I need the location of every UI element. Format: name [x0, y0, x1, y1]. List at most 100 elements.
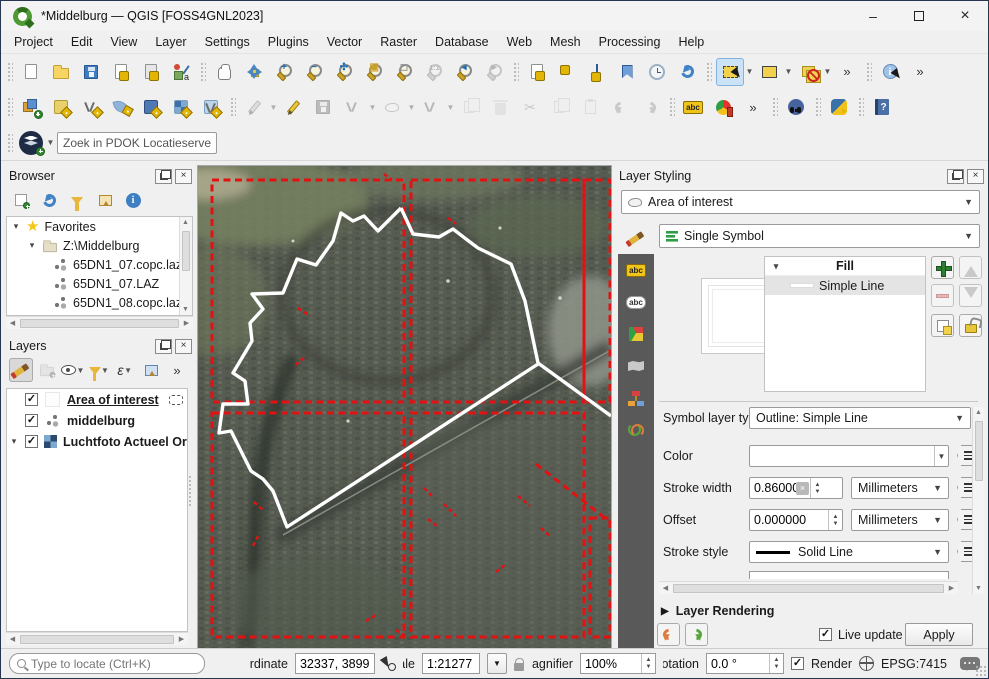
- lock-icon[interactable]: [514, 663, 524, 671]
- new-shapefile-layer-button[interactable]: [77, 93, 105, 121]
- magnifier-spinner[interactable]: ▲▼: [641, 654, 655, 673]
- select-features-button[interactable]: [716, 58, 744, 86]
- scroll-right-arrow[interactable]: ▶: [181, 319, 192, 327]
- render-checkbox[interactable]: ✓: [791, 657, 804, 670]
- layer-name[interactable]: middelburg: [67, 414, 135, 428]
- toolbar-drag-handle[interactable]: [6, 132, 13, 154]
- spin-down-icon[interactable]: ▼: [815, 489, 821, 495]
- scrollbar-thumb[interactable]: [20, 319, 179, 328]
- zoom-to-selection-button[interactable]: ▣: [360, 58, 388, 86]
- deselect-dropdown[interactable]: ▼: [823, 67, 832, 76]
- style-manager-button[interactable]: a: [167, 58, 195, 86]
- scroll-left-arrow[interactable]: ◀: [660, 584, 671, 592]
- menu-view[interactable]: View: [101, 32, 146, 52]
- spin-down-icon[interactable]: ▼: [646, 664, 652, 670]
- layers-toolbar-overflow[interactable]: »: [165, 358, 189, 382]
- styling-undo-button[interactable]: [657, 623, 680, 646]
- coordinate-input[interactable]: [296, 657, 374, 671]
- menu-project[interactable]: Project: [5, 32, 62, 52]
- symbol-tree-child[interactable]: Simple Line: [765, 276, 925, 295]
- scroll-right-arrow[interactable]: ▶: [176, 635, 187, 643]
- copy-features-button[interactable]: [546, 93, 574, 121]
- magnifier-input[interactable]: [581, 657, 641, 671]
- panel-splitter[interactable]: [187, 474, 193, 508]
- scroll-up-arrow[interactable]: ▲: [973, 409, 984, 416]
- resize-grip[interactable]: [975, 665, 987, 677]
- scroll-down-arrow[interactable]: ▼: [180, 306, 191, 313]
- extent-follow-icon[interactable]: [382, 657, 396, 671]
- pan-to-selection-button[interactable]: [240, 58, 268, 86]
- select-by-value-dropdown[interactable]: ▼: [784, 67, 793, 76]
- move-down-button[interactable]: [959, 284, 982, 307]
- browser-refresh-button[interactable]: [37, 188, 61, 212]
- menu-layer[interactable]: Layer: [146, 32, 195, 52]
- tab-diagrams[interactable]: [618, 382, 654, 414]
- scale-box[interactable]: [422, 653, 480, 674]
- select-by-value-button[interactable]: [755, 58, 783, 86]
- stroke-width-spinner[interactable]: ▲▼: [810, 478, 824, 498]
- digitize-dropdown[interactable]: ▼: [368, 103, 377, 112]
- save-layer-edits-button[interactable]: [309, 93, 337, 121]
- cut-features-button[interactable]: ✂: [516, 93, 544, 121]
- browser-vertical-scrollbar[interactable]: ▲ ▼: [179, 217, 192, 315]
- scroll-right-arrow[interactable]: ▶: [946, 584, 957, 592]
- remove-symbol-layer-button[interactable]: [931, 284, 954, 307]
- layer-visibility-checkbox[interactable]: ✓: [25, 393, 38, 406]
- minimize-button[interactable]: –: [850, 1, 896, 31]
- attributes-toolbar-overflow[interactable]: »: [906, 58, 934, 86]
- scrollbar-thumb[interactable]: [975, 421, 983, 481]
- selection-toolbar-overflow[interactable]: »: [833, 58, 861, 86]
- new-spatialite-layer-button[interactable]: [107, 93, 135, 121]
- layer-name[interactable]: Area of interest: [67, 393, 159, 407]
- modify-attributes-button[interactable]: [456, 93, 484, 121]
- toolbar-drag-handle[interactable]: [6, 96, 13, 118]
- metasearch-button[interactable]: [782, 93, 810, 121]
- redo-button[interactable]: [636, 93, 664, 121]
- layer-name[interactable]: Luchtfoto Actueel Orth: [63, 435, 188, 449]
- scrollbar-thumb[interactable]: [182, 231, 190, 271]
- spin-down-icon[interactable]: ▼: [774, 664, 780, 670]
- color-dropdown[interactable]: ▼: [934, 446, 948, 466]
- memory-layer-indicator-icon[interactable]: [169, 395, 183, 405]
- lock-color-button[interactable]: [959, 314, 982, 337]
- tab-raster[interactable]: [618, 350, 654, 382]
- tree-item-favorites[interactable]: ▾ ★ Favorites: [7, 217, 192, 236]
- label-toolbar-overflow[interactable]: »: [739, 93, 767, 121]
- menu-help[interactable]: Help: [669, 32, 713, 52]
- visibility-dropdown[interactable]: ▼: [76, 366, 85, 375]
- current-edits-dropdown[interactable]: ▼: [269, 103, 278, 112]
- scrollbar-thumb[interactable]: [20, 635, 174, 644]
- map-canvas[interactable]: [198, 166, 611, 648]
- symbol-tree-root[interactable]: ▾ Fill: [765, 257, 925, 276]
- maximize-button[interactable]: [896, 1, 942, 31]
- tree-item-file[interactable]: 65DN1_07.LAZ: [7, 274, 192, 293]
- menu-database[interactable]: Database: [426, 32, 498, 52]
- zoom-full-button[interactable]: ✣: [330, 58, 358, 86]
- temporal-controller-button[interactable]: [643, 58, 671, 86]
- new-scratch-layer-button[interactable]: [197, 93, 225, 121]
- toolbar-drag-handle[interactable]: [857, 96, 864, 118]
- styling-layer-select[interactable]: Area of interest ▼: [621, 190, 980, 214]
- new-print-layout-button[interactable]: [107, 58, 135, 86]
- toolbar-drag-handle[interactable]: [814, 96, 821, 118]
- python-console-button[interactable]: [825, 93, 853, 121]
- duplicate-symbol-layer-button[interactable]: [931, 314, 954, 337]
- digitize-segment-button[interactable]: [339, 93, 367, 121]
- properties-widget-button[interactable]: [121, 188, 145, 212]
- styling-float-button[interactable]: [947, 169, 964, 184]
- styling-horizontal-scrollbar[interactable]: ◀ ▶: [659, 581, 958, 594]
- color-swatch-button[interactable]: ▼: [749, 445, 949, 467]
- layer-visibility-checkbox[interactable]: ✓: [25, 414, 38, 427]
- add-symbol-layer-button[interactable]: [931, 256, 954, 279]
- rotation-input[interactable]: [707, 657, 769, 671]
- clear-value-icon[interactable]: ×: [796, 482, 809, 495]
- delete-selected-button[interactable]: [486, 93, 514, 121]
- save-project-button[interactable]: [77, 58, 105, 86]
- crs-value[interactable]: EPSG:7415: [881, 657, 947, 671]
- section-expand-icon[interactable]: ▶: [661, 606, 669, 617]
- stroke-width-spinbox[interactable]: × ▲▼: [749, 477, 843, 499]
- menu-plugins[interactable]: Plugins: [259, 32, 318, 52]
- stroke-width-input[interactable]: [750, 481, 796, 495]
- toolbar-drag-handle[interactable]: [865, 61, 872, 83]
- zoom-out-button[interactable]: −: [300, 58, 328, 86]
